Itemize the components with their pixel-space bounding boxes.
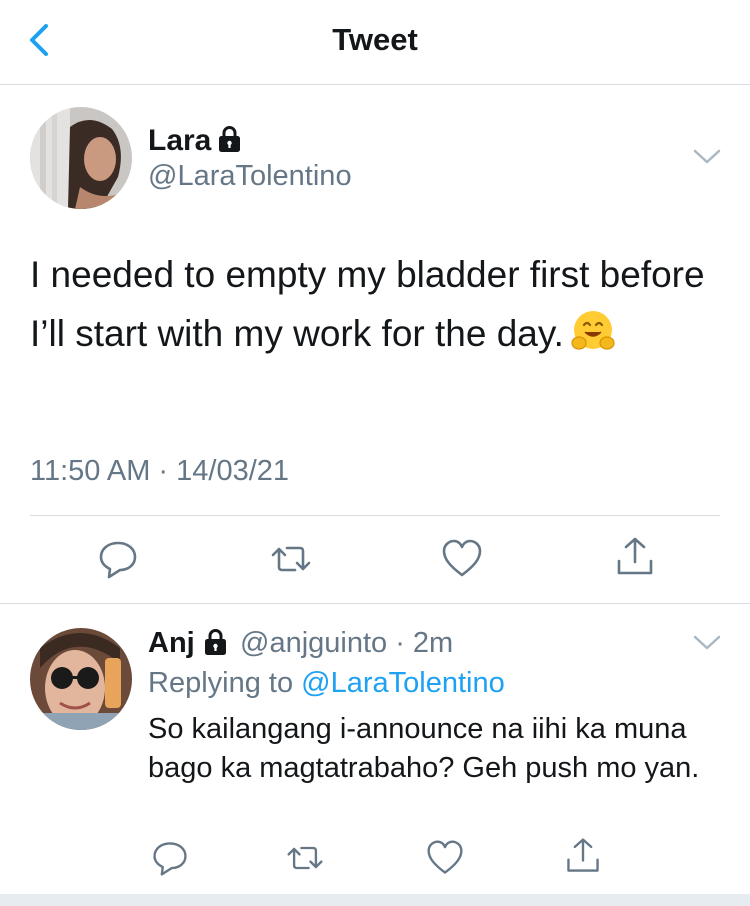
lock-icon (205, 629, 226, 655)
replying-to: Replying to @LaraTolentino (148, 667, 505, 700)
reply-time: · 2m (387, 627, 454, 659)
reply-icon[interactable] (150, 838, 190, 878)
reply-meta: @anjguinto · 2m (240, 627, 453, 660)
like-icon[interactable] (425, 838, 465, 878)
reply-author-handle[interactable]: @anjguinto (240, 627, 387, 659)
chevron-down-icon[interactable] (692, 146, 722, 168)
replying-prefix: Replying to (148, 667, 302, 699)
reply-icon[interactable] (96, 537, 140, 581)
share-icon[interactable] (563, 836, 603, 876)
reply-author-name[interactable]: Anj (148, 627, 195, 660)
avatar[interactable] (30, 628, 132, 730)
share-icon[interactable] (613, 535, 657, 579)
avatar[interactable] (30, 107, 132, 209)
divider (0, 603, 750, 604)
replying-to-link[interactable]: @LaraTolentino (301, 667, 505, 699)
header-bar: Tweet (0, 0, 750, 85)
chevron-down-icon[interactable] (692, 632, 722, 654)
divider (30, 515, 720, 516)
reply-text: So kailangang i-announce na iihi ka muna… (148, 713, 700, 784)
retweet-icon[interactable] (269, 537, 313, 581)
hugging-face-icon (571, 311, 615, 350)
tweet-text: I needed to empty my bladder first befor… (30, 245, 720, 363)
retweet-icon[interactable] (285, 838, 325, 878)
like-icon[interactable] (440, 537, 484, 581)
author-name[interactable]: Lara (148, 124, 211, 158)
author-handle[interactable]: @LaraTolentino (148, 160, 352, 193)
page-title: Tweet (332, 22, 418, 57)
lock-icon (219, 126, 240, 152)
bottom-separator (0, 894, 750, 906)
tweet-timestamp: 11:50 AM · 14/03/21 (30, 455, 290, 487)
